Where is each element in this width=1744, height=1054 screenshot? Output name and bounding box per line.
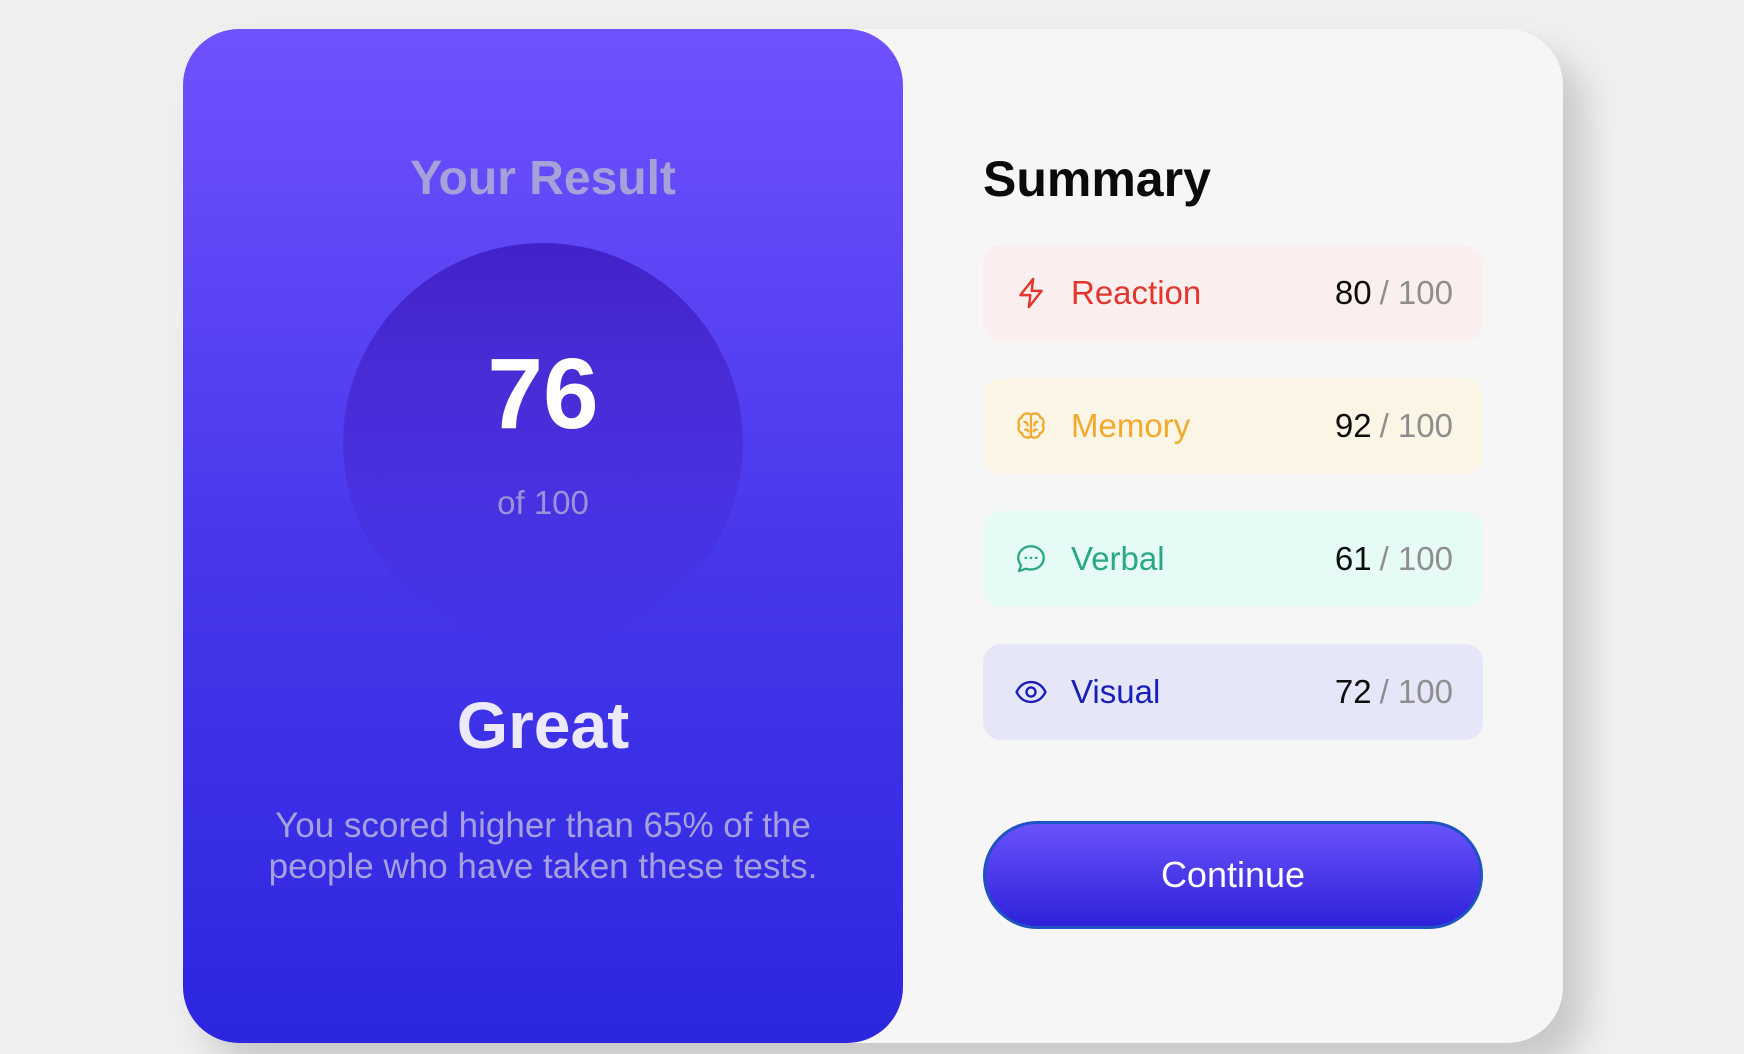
summary-item-total: / 100 (1379, 407, 1453, 444)
summary-item-label: Reaction (1071, 274, 1202, 311)
summary-item-label: Visual (1071, 673, 1161, 710)
score-value: 76 (487, 338, 599, 450)
summary-item-memory: Memory 92 / 100 (983, 378, 1483, 474)
result-panel: Your Result 76 of 100 Great You scored h… (183, 29, 903, 1043)
summary-item-label: Memory (1071, 407, 1191, 444)
summary-title: Summary (983, 151, 1211, 207)
brain-icon (1013, 408, 1049, 444)
score-max-label: of 100 (497, 484, 589, 521)
summary-item-verbal: Verbal 61 / 100 (983, 511, 1483, 607)
summary-item-score: 92 (1334, 407, 1372, 444)
score-circle: 76 of 100 (343, 243, 743, 643)
result-title: Your Result (410, 152, 676, 205)
result-description: You scored higher than 65% of the people… (268, 806, 818, 886)
lightning-icon (1013, 275, 1049, 311)
eye-icon (1013, 674, 1049, 710)
summary-item-total: / 100 (1379, 673, 1453, 710)
summary-item-total: / 100 (1379, 540, 1453, 577)
chat-bubble-icon (1013, 541, 1049, 577)
continue-button[interactable]: Continue (983, 821, 1483, 929)
summary-item-score: 80 (1334, 274, 1372, 311)
results-card: Your Result 76 of 100 Great You scored h… (183, 29, 1563, 1043)
summary-item-score: 72 (1334, 673, 1372, 710)
summary-item-label: Verbal (1071, 540, 1165, 577)
rating-label: Great (456, 688, 630, 762)
summary-item-visual: Visual 72 / 100 (983, 644, 1483, 740)
summary-item-score: 61 (1334, 540, 1372, 577)
summary-item-reaction: Reaction 80 / 100 (983, 245, 1483, 341)
summary-item-total: / 100 (1379, 274, 1453, 311)
